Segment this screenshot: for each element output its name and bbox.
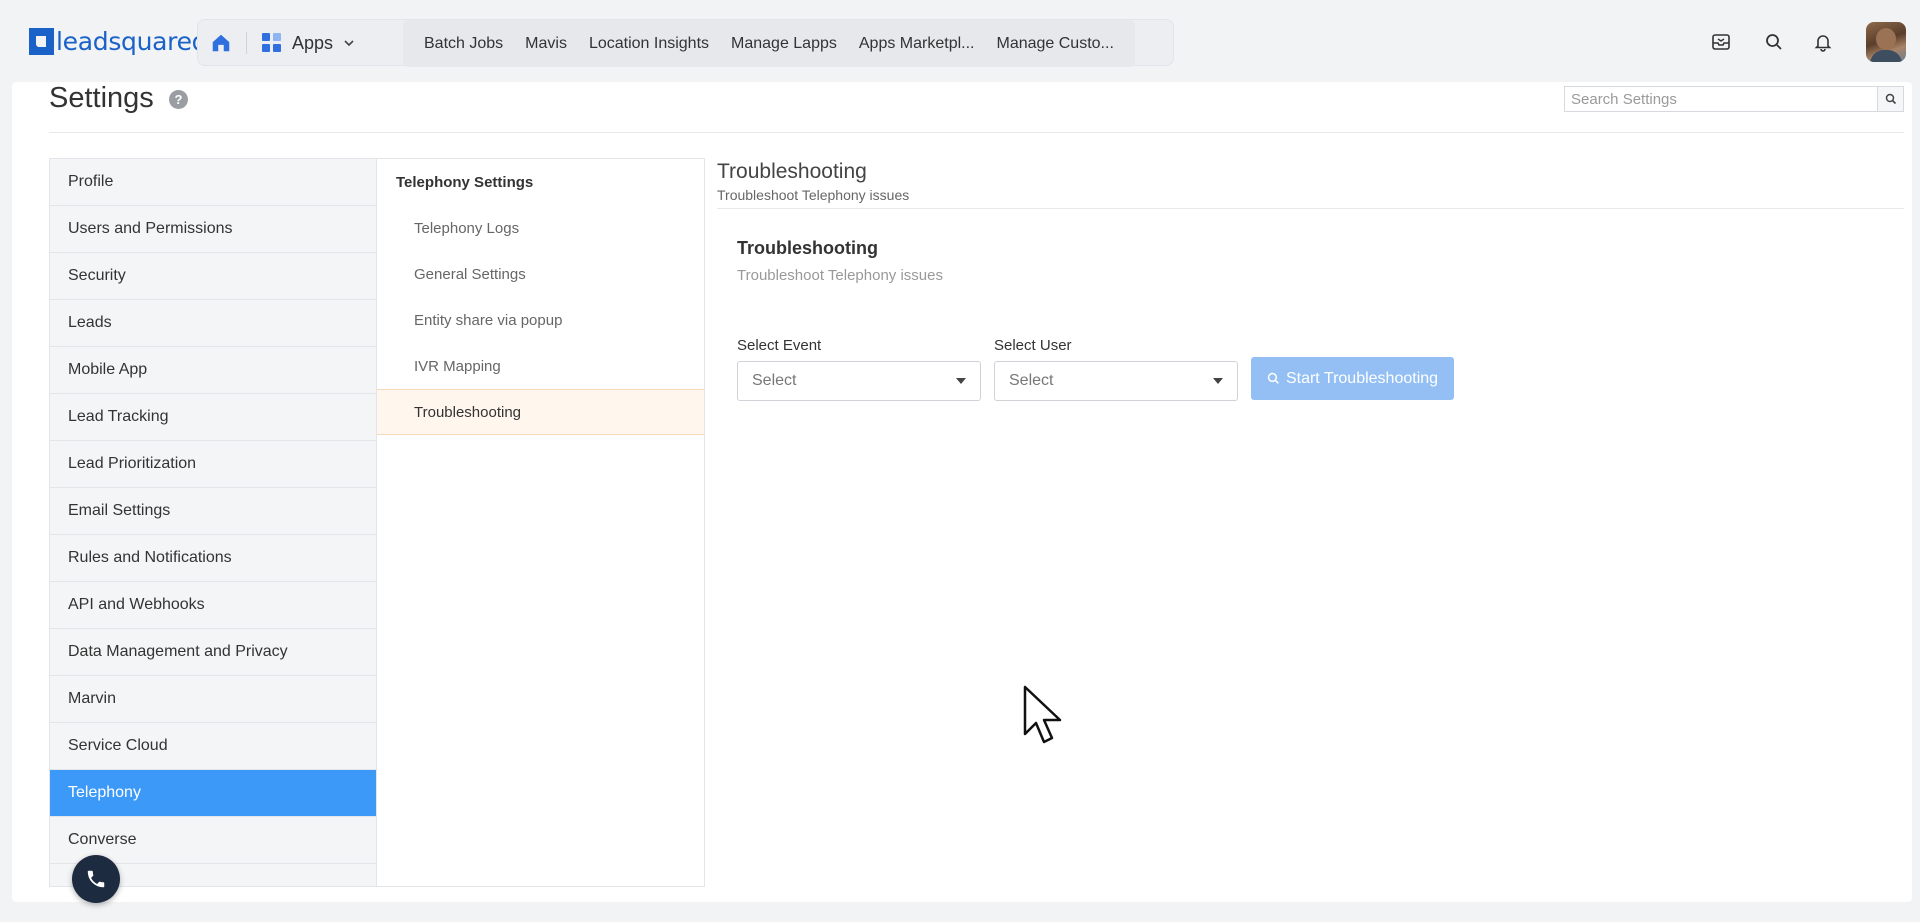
search-icon	[1267, 372, 1279, 384]
main-nav: Apps Batch Jobs Mavis Location Insights …	[197, 19, 1174, 67]
nav-link-manage-lapps[interactable]: Manage Lapps	[731, 35, 837, 53]
start-troubleshooting-label: Start Troubleshooting	[1285, 369, 1439, 387]
panel-subtitle: Troubleshoot Telephony issues	[737, 267, 943, 284]
select-user-value: Select	[1009, 372, 1054, 389]
help-icon[interactable]: ?	[169, 90, 188, 109]
logo-text: leadsquared	[56, 26, 208, 56]
settings-nav-email-settings[interactable]: Email Settings	[50, 488, 376, 535]
nav-link-apps-marketplace[interactable]: Apps Marketpl...	[859, 35, 975, 53]
main-divider	[717, 208, 1904, 209]
settings-nav-marvin[interactable]: Marvin	[50, 676, 376, 723]
telephony-subnav: Telephony Settings Telephony Logs Genera…	[376, 158, 705, 887]
nav-link-location-insights[interactable]: Location Insights	[589, 35, 709, 53]
caret-down-icon	[956, 378, 966, 384]
avatar[interactable]	[1866, 22, 1906, 62]
nav-link-mavis[interactable]: Mavis	[525, 35, 567, 53]
apps-grid-icon	[262, 33, 282, 53]
mouse-cursor-icon	[1023, 685, 1062, 744]
top-bar: leadsquared Apps Batch Jobs Mavis Locati…	[0, 0, 1920, 84]
settings-nav-data-management[interactable]: Data Management and Privacy	[50, 629, 376, 676]
select-event-label: Select Event	[737, 337, 822, 354]
chevron-down-icon	[344, 40, 354, 47]
search-settings	[1564, 86, 1904, 112]
logo-mark-icon	[29, 27, 54, 55]
settings-nav-profile[interactable]: Profile	[50, 159, 376, 206]
apps-menu-button[interactable]: Apps	[262, 28, 355, 58]
settings-nav: Profile Users and Permissions Security L…	[49, 158, 377, 887]
panel-title: Troubleshooting	[737, 238, 878, 258]
main-subtitle: Troubleshoot Telephony issues	[717, 187, 910, 203]
page-title: Settings	[49, 82, 154, 114]
search-settings-input[interactable]	[1565, 87, 1877, 111]
select-event-dropdown[interactable]: Select	[737, 361, 981, 401]
leadsquared-logo[interactable]: leadsquared	[29, 26, 208, 56]
settings-content: Settings ? Profile Users and Permissions…	[12, 82, 1912, 902]
search-icon[interactable]	[1764, 32, 1784, 52]
settings-nav-users-and-permissions[interactable]: Users and Permissions	[50, 206, 376, 253]
phone-icon	[87, 870, 105, 888]
nav-link-batch-jobs[interactable]: Batch Jobs	[424, 35, 503, 53]
caret-down-icon	[1213, 378, 1223, 384]
apps-label: Apps	[292, 32, 334, 53]
settings-nav-api-and-webhooks[interactable]: API and Webhooks	[50, 582, 376, 629]
settings-nav-lead-tracking[interactable]: Lead Tracking	[50, 394, 376, 441]
subnav-troubleshooting[interactable]: Troubleshooting	[377, 389, 704, 435]
settings-nav-rules-and-notifications[interactable]: Rules and Notifications	[50, 535, 376, 582]
settings-nav-telephony[interactable]: Telephony	[50, 770, 376, 817]
subnav-ivr-mapping[interactable]: IVR Mapping	[377, 343, 704, 389]
select-user-label: Select User	[994, 337, 1072, 354]
settings-nav-mobile-app[interactable]: Mobile App	[50, 347, 376, 394]
nav-links: Batch Jobs Mavis Location Insights Manag…	[403, 20, 1135, 67]
subnav-header: Telephony Settings	[396, 173, 534, 191]
nav-divider	[246, 32, 247, 54]
search-icon	[1885, 93, 1896, 105]
settings-nav-lead-prioritization[interactable]: Lead Prioritization	[50, 441, 376, 488]
header-divider	[49, 132, 1904, 133]
settings-nav-leads[interactable]: Leads	[50, 300, 376, 347]
bell-icon[interactable]	[1813, 32, 1833, 52]
subnav-telephony-logs[interactable]: Telephony Logs	[377, 205, 704, 251]
search-settings-button[interactable]	[1877, 87, 1903, 111]
select-user-dropdown[interactable]: Select	[994, 361, 1238, 401]
home-icon[interactable]	[210, 32, 232, 54]
phone-call-button[interactable]	[72, 855, 120, 903]
start-troubleshooting-button[interactable]: Start Troubleshooting	[1251, 357, 1454, 400]
settings-nav-service-cloud[interactable]: Service Cloud	[50, 723, 376, 770]
inbox-icon[interactable]	[1711, 32, 1731, 52]
subnav-general-settings[interactable]: General Settings	[377, 251, 704, 297]
nav-link-manage-custom[interactable]: Manage Custo...	[996, 35, 1113, 53]
select-event-value: Select	[752, 372, 797, 389]
settings-nav-security[interactable]: Security	[50, 253, 376, 300]
main-title: Troubleshooting	[717, 160, 867, 183]
subnav-entity-share[interactable]: Entity share via popup	[377, 297, 704, 343]
